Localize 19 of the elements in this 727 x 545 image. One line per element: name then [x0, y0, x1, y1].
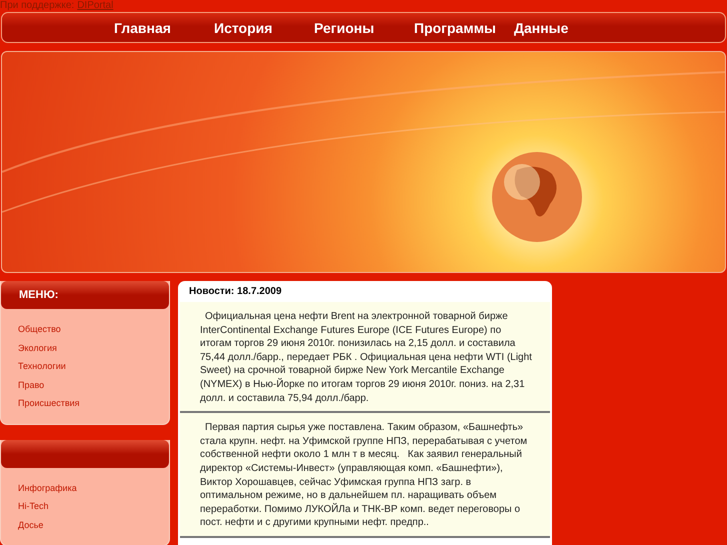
news-title: Новости: 18.7.2009	[188, 286, 283, 299]
sidebar-link[interactable]: Экология	[18, 342, 169, 355]
nav-link[interactable]: История	[214, 20, 314, 36]
sidebar-link[interactable]: Право	[18, 378, 169, 392]
sidebar-link[interactable]: Досье	[18, 518, 169, 532]
nav-link[interactable]: Главная	[114, 20, 214, 36]
nav-link[interactable]: Данные	[514, 20, 614, 36]
sidebar-link[interactable]: Общество	[18, 323, 169, 336]
sidebar-link[interactable]: Происшествия	[18, 397, 169, 410]
news-paragraph: Первая партия сырья уже поставлена. Таким образом, «Башнефть» стала крупн. нефт. на Уфимской группе НПЗ, перерабатывая с учетом собственной нефти около 1 млн т в месяц. Как заявил генеральный директор «Системы-Инвест» (управляющая комп. «Башнефти»), Виктор Хорошавцев, сейчас Уфимская группа НПЗ загр. в оптимальном режиме, но в дальнейшем пл. наращивать объем переработки. Помимо ЛУКОЙЛа и ТНК-ВР комп. ведет переговоры о пост. нефти и с другими крупными нефт. предпр..	[180, 413, 550, 538]
sidebar-heading: МЕНЮ:	[1, 281, 169, 309]
nav-link[interactable]: Регионы	[314, 20, 414, 36]
sidebar-link[interactable]: Технологии	[18, 360, 169, 374]
sidebar-link[interactable]: Инфографика	[18, 482, 169, 495]
support-label: При поддержке:	[0, 0, 74, 12]
sidebar-link[interactable]: Hi-Tech	[18, 500, 169, 514]
news-paragraph: Официальная цена нефти Brent на электронной товарной бирже InterContinental Exchange Futures Europe (ICE Futures Europe) по итогам торгов 29 июня 2010г. понизилась на 2,15 долл. и составила 75,44 долл./барр., передает РБК . Официальная цена нефти WTI (Light Sweet) на срочной товарной бирже New York Mercantile Exchange (NYMEX) в Нью-Йорке по итогам торгов 29 июня 2010г. пониз. на 2,31 долл. и составила 75,94 долл./барр.	[180, 302, 550, 414]
nav-link[interactable]: Программы	[414, 20, 514, 36]
support-link[interactable]: DIPortal	[77, 0, 114, 12]
